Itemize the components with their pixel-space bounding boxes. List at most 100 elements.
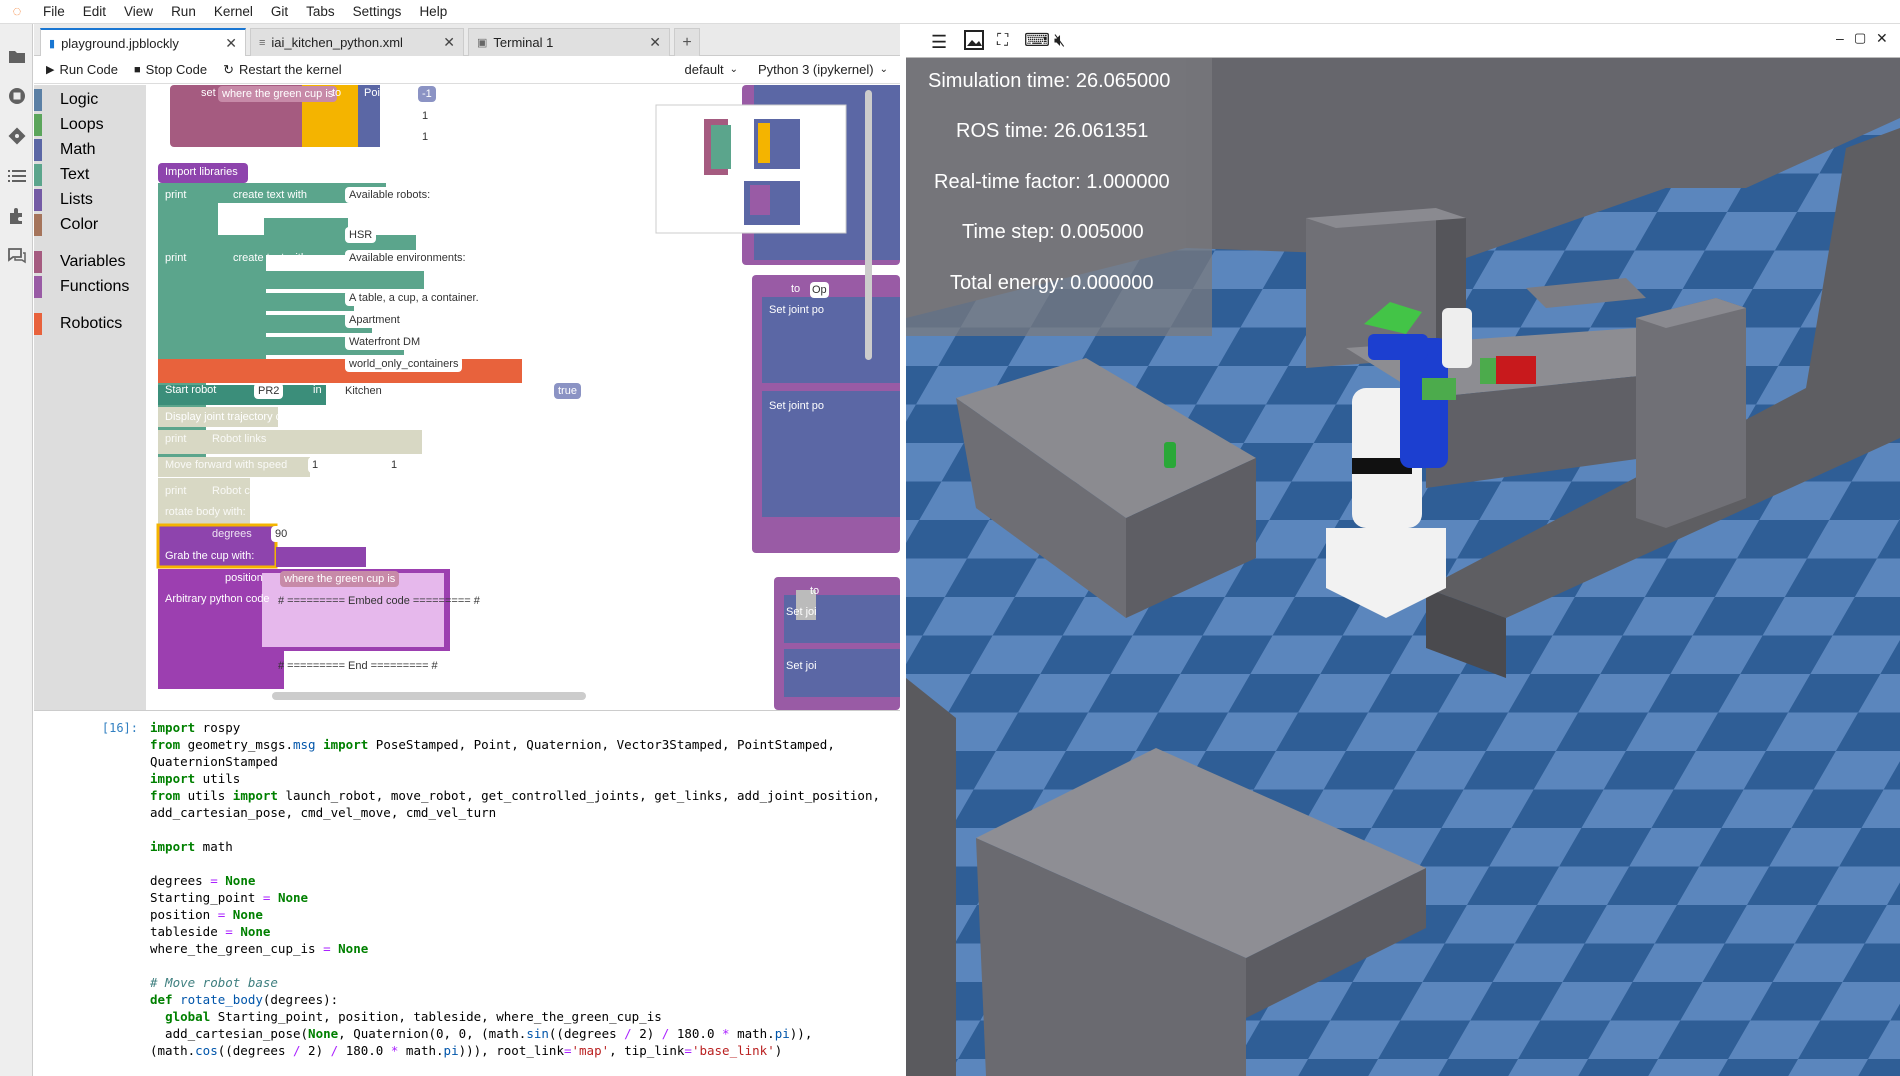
menu-settings[interactable]: Settings xyxy=(344,0,411,24)
toolbox-logic[interactable]: Logic xyxy=(34,89,146,111)
toolbox-math[interactable]: Math xyxy=(34,139,146,161)
start-robot-label: Start robot xyxy=(165,384,217,396)
position-dropdown[interactable]: where the green cup is xyxy=(280,571,400,587)
seconds-field[interactable]: 1 xyxy=(387,457,402,473)
toolbox-robotics[interactable]: Robotics xyxy=(34,313,146,335)
tab-playground[interactable]: ▮ playground.jpblockly ✕ xyxy=(40,28,246,57)
category-swatch xyxy=(34,313,42,335)
category-label: Functions xyxy=(60,278,130,295)
category-label: Text xyxy=(60,166,90,183)
running-icon[interactable] xyxy=(0,76,33,116)
degrees-field[interactable]: 90 xyxy=(271,526,292,542)
stop-code-label: Stop Code xyxy=(145,62,208,77)
text-field[interactable]: Waterfront DM xyxy=(345,334,425,350)
menu-kernel[interactable]: Kernel xyxy=(205,0,262,24)
text-field[interactable]: HSR xyxy=(345,227,377,243)
stop-code-button[interactable]: ■ Stop Code xyxy=(134,62,207,77)
minimize-icon[interactable]: – xyxy=(1836,30,1844,46)
toolbox-color[interactable]: Color xyxy=(34,214,146,236)
degrees-label: degrees xyxy=(212,528,252,540)
restart-label: Restart the kernel xyxy=(239,62,342,77)
menu-git[interactable]: Git xyxy=(262,0,297,24)
position-label: position xyxy=(225,572,263,584)
menu-file[interactable]: File xyxy=(34,0,74,24)
text-field[interactable]: Apartment xyxy=(345,312,404,328)
extension-icon[interactable] xyxy=(0,196,33,236)
restart-kernel-button[interactable]: ↻ Restart the kernel xyxy=(223,62,342,78)
y-label: y xyxy=(389,109,395,121)
speed-field[interactable]: 1 xyxy=(308,457,323,473)
restart-dropdown[interactable]: true xyxy=(554,383,581,399)
category-label: Loops xyxy=(60,116,104,133)
y-value[interactable]: 1 xyxy=(418,108,433,124)
print-label: print xyxy=(165,252,187,264)
category-swatch xyxy=(34,89,42,111)
time-step-readout: Time step: 0.005000 xyxy=(962,221,1144,243)
code-line: def rotate_body(degrees): xyxy=(150,992,339,1007)
menu-tabs[interactable]: Tabs xyxy=(297,0,344,24)
env-label: default xyxy=(684,62,724,77)
blockly-workspace[interactable]: Logic Loops Math Text Lists Color Variab… xyxy=(34,85,900,710)
git-icon[interactable] xyxy=(0,116,33,156)
display-controller-label: Display joint trajectory controller xyxy=(165,411,321,423)
robot-field[interactable]: PR2 xyxy=(254,383,284,399)
code-line: global Starting_point, position, tablesi… xyxy=(165,1009,662,1024)
chat-icon[interactable] xyxy=(0,236,33,276)
menu-view[interactable]: View xyxy=(115,0,162,24)
tab-iai-kitchen[interactable]: ≡ iai_kitchen_python.xml ✕ xyxy=(250,28,464,56)
code-line: position = None xyxy=(150,907,263,922)
screenshot-icon[interactable] xyxy=(964,30,984,53)
set-joint-label: Set joint po xyxy=(769,400,825,412)
code-line: # Move robot base xyxy=(150,975,278,990)
close-icon[interactable]: ✕ xyxy=(649,34,661,51)
close-icon[interactable]: ✕ xyxy=(225,35,237,52)
mute-icon[interactable]: 🔇︎ xyxy=(1054,30,1065,51)
to-label: to xyxy=(810,585,820,597)
text-field[interactable]: Available environments: xyxy=(345,250,470,266)
new-tab-button[interactable]: + xyxy=(674,28,700,56)
file-icon: ≡ xyxy=(259,36,266,49)
vertical-scrollbar[interactable] xyxy=(865,90,872,360)
keyboard-icon[interactable]: ⌨ xyxy=(1024,30,1050,51)
z-value[interactable]: 1 xyxy=(418,129,433,145)
toolbox-loops[interactable]: Loops xyxy=(34,114,146,136)
close-icon[interactable]: ✕ xyxy=(443,34,455,51)
code-editor[interactable]: import rospy from geometry_msgs.msg impor… xyxy=(150,719,880,1059)
environment-field[interactable]: Kitchen xyxy=(341,383,386,399)
category-swatch xyxy=(34,276,42,298)
kernel-select[interactable]: Python 3 (ipykernel) ⌄ xyxy=(758,62,888,77)
embed-start[interactable]: # ========= Embed code ========= # xyxy=(274,593,484,609)
toolbox-lists[interactable]: Lists xyxy=(34,189,146,211)
start-robot-block[interactable] xyxy=(158,359,522,383)
function-name-field[interactable]: Op xyxy=(810,282,829,298)
maximize-icon[interactable]: ▢ xyxy=(1854,30,1866,46)
embed-end[interactable]: # ========= End ========= # xyxy=(274,658,442,674)
horizontal-scrollbar[interactable] xyxy=(272,692,586,700)
energy-readout: Total energy: 0.000000 xyxy=(950,272,1154,294)
text-field[interactable]: Available robots: xyxy=(345,187,435,203)
menu-edit[interactable]: Edit xyxy=(74,0,115,24)
menu-run[interactable]: Run xyxy=(162,0,205,24)
gazebo-viewer[interactable]: ☰ ⛶ ⌨ 🔇︎ – ▢ ✕ Simulation time: 26.06500… xyxy=(906,24,1900,1076)
toolbox-text[interactable]: Text xyxy=(34,164,146,186)
fullscreen-icon[interactable]: ⛶ xyxy=(997,32,1008,50)
set-joint-label: Set joi xyxy=(786,606,817,618)
menu-help[interactable]: Help xyxy=(410,0,456,24)
text-field[interactable]: world_only_containers xyxy=(345,356,463,372)
hamburger-icon[interactable]: ☰ xyxy=(931,32,947,53)
tab-terminal[interactable]: ▣ Terminal 1 ✕ xyxy=(468,28,670,56)
folder-icon[interactable] xyxy=(0,36,33,76)
run-code-button[interactable]: ▶ Run Code xyxy=(46,62,118,77)
toolbox-functions[interactable]: Functions xyxy=(34,276,146,298)
set-joint-label: Set joi xyxy=(786,660,817,672)
close-icon[interactable]: ✕ xyxy=(1876,30,1888,47)
set-var-dropdown[interactable]: where the green cup is xyxy=(218,86,338,102)
code-cell[interactable]: [16]: import rospy from geometry_msgs.msg… xyxy=(34,710,900,1076)
text-field[interactable]: A table, a cup, a container. xyxy=(345,290,483,306)
x-value[interactable]: -1 xyxy=(418,86,436,102)
code-line: add_cartesian_pose, cmd_vel_move, cmd_ve… xyxy=(150,805,497,820)
env-select[interactable]: default ⌄ xyxy=(685,62,738,77)
toolbox-variables[interactable]: Variables xyxy=(34,251,146,273)
toc-icon[interactable] xyxy=(0,156,33,196)
create-text-label: create text with xyxy=(233,252,307,264)
